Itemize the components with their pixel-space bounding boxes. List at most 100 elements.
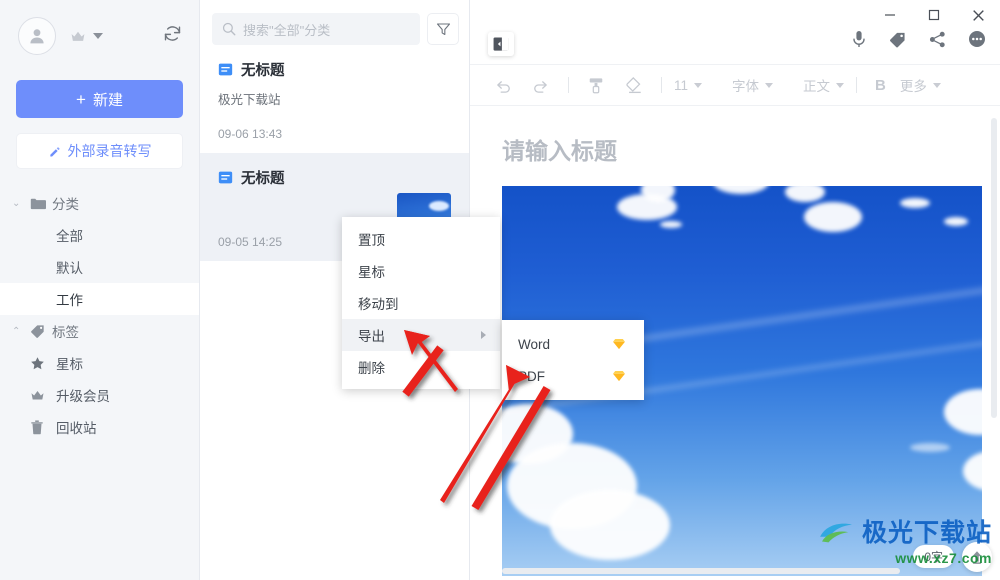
sync-refresh-icon[interactable] — [162, 23, 183, 49]
chevron-down-icon — [932, 82, 941, 88]
search-icon — [222, 22, 236, 36]
context-menu-item-label: 删除 — [358, 361, 385, 376]
folder-icon — [30, 197, 52, 210]
scroll-to-top-icon — [972, 551, 982, 564]
plus-icon: + — [76, 89, 86, 109]
note-title: 无标题 — [241, 63, 285, 79]
toolbar-divider — [568, 77, 569, 93]
redo-button[interactable] — [522, 70, 560, 100]
export-submenu: Word PDF — [502, 320, 644, 400]
editor-pane: 11 字体 正文 B 更多 请输入标题 0字 极光下载站 www.xz7.com — [470, 0, 1000, 580]
tag-icon[interactable] — [889, 31, 907, 48]
sidebar-item-trash[interactable]: 回收站 — [0, 411, 199, 443]
paragraph-style-selector[interactable]: 正文 — [799, 75, 848, 95]
trash-icon — [30, 419, 52, 435]
context-menu-item-pin[interactable]: 置顶 — [342, 223, 500, 255]
paragraph-style-label: 正文 — [803, 79, 831, 94]
sidebar-item-starred[interactable]: 星标 — [0, 347, 199, 379]
note-title-row: 无标题 — [218, 59, 451, 80]
note-date: 09-05 14:25 — [218, 235, 283, 249]
chevron-down-icon — [93, 33, 103, 39]
horizontal-scrollbar[interactable] — [502, 568, 900, 574]
undo-button[interactable] — [484, 70, 522, 100]
microphone-icon[interactable] — [851, 30, 867, 48]
sidebar-group-categories[interactable]: ⌄ 分类 — [0, 187, 199, 219]
toolbar-divider — [856, 77, 858, 93]
context-menu-item-move-to[interactable]: 移动到 — [342, 287, 500, 319]
export-submenu-item-word[interactable]: Word — [502, 328, 644, 360]
scroll-to-top-button[interactable] — [962, 542, 992, 572]
context-menu-item-label: 移动到 — [358, 297, 399, 312]
avatar[interactable] — [18, 17, 56, 55]
clear-format-button[interactable] — [615, 70, 653, 100]
word-count-badge: 0字 — [913, 545, 954, 568]
bold-label: B — [875, 76, 886, 94]
export-submenu-item-pdf[interactable]: PDF — [502, 360, 644, 392]
context-menu-item-label: 星标 — [358, 265, 385, 280]
format-painter-button[interactable] — [577, 70, 615, 100]
more-format-button[interactable]: 更多 — [896, 75, 945, 95]
sidebar-group-label: 标签 — [52, 325, 79, 340]
new-note-label: 新建 — [92, 91, 123, 109]
formatting-toolbar: 11 字体 正文 B 更多 — [470, 64, 1000, 106]
context-menu-item-label: 置顶 — [358, 233, 385, 248]
chevron-up-icon: ⌃ — [12, 325, 21, 337]
chevron-down-icon — [765, 82, 774, 88]
minimize-button[interactable] — [868, 0, 912, 30]
sidebar-item-all[interactable]: 全部 — [0, 219, 199, 251]
note-date: 09-06 13:43 — [218, 127, 283, 141]
document-title-placeholder[interactable]: 请输入标题 — [502, 132, 982, 166]
bold-button[interactable]: B — [865, 77, 896, 94]
export-format-label: Word — [518, 336, 551, 352]
sidebar-item-label: 全部 — [56, 229, 83, 244]
more-format-label: 更多 — [899, 79, 927, 94]
close-button[interactable] — [956, 0, 1000, 30]
more-options-icon[interactable] — [968, 30, 986, 48]
vertical-scrollbar[interactable] — [991, 118, 997, 418]
pencil-icon — [49, 147, 60, 157]
filter-funnel-icon — [436, 22, 450, 35]
search-input[interactable]: 搜索"全部"分类 — [212, 13, 420, 45]
search-placeholder: 搜索"全部"分类 — [243, 22, 331, 38]
maximize-icon — [928, 9, 940, 21]
tag-icon — [30, 324, 52, 338]
toolbar-divider — [661, 77, 662, 93]
star-icon — [30, 356, 52, 371]
font-family-selector[interactable]: 字体 — [728, 75, 777, 95]
list-item[interactable]: 无标题 极光下载站 09-06 13:43 — [200, 45, 469, 153]
maximize-button[interactable] — [912, 0, 956, 30]
sidebar-item-label: 工作 — [56, 293, 83, 308]
app-window: + 新建 外部录音转写 ⌄ 分类 全部 默认 工作 ⌃ 标签 星标 升级会员 回… — [0, 0, 1000, 580]
new-note-button[interactable]: + 新建 — [16, 80, 183, 118]
sidebar-item-label: 默认 — [56, 261, 83, 276]
sidebar-item-work[interactable]: 工作 — [0, 283, 199, 315]
sidebar-item-upgrade[interactable]: 升级会员 — [0, 379, 199, 411]
sidebar-group-tags[interactable]: ⌃ 标签 — [0, 315, 199, 347]
editor-actions — [851, 30, 986, 48]
panel-collapse-button[interactable] — [488, 32, 514, 56]
close-icon — [972, 9, 984, 21]
sidebar-item-default[interactable]: 默认 — [0, 251, 199, 283]
filter-button[interactable] — [428, 14, 458, 44]
chevron-down-icon: ⌄ — [12, 197, 21, 209]
chevron-down-icon — [836, 82, 845, 88]
crown-icon — [30, 389, 52, 402]
share-icon[interactable] — [929, 31, 946, 48]
chevron-right-icon — [481, 331, 486, 339]
crown-icon — [71, 31, 85, 41]
chevron-down-icon — [694, 82, 703, 88]
context-menu-item-export[interactable]: 导出 — [342, 319, 500, 351]
user-avatar-icon — [30, 29, 44, 44]
font-size-selector[interactable]: 11 — [670, 78, 706, 93]
note-title-row: 无标题 — [218, 167, 451, 188]
sidebar-item-label: 升级会员 — [56, 389, 110, 404]
vip-diamond-icon — [613, 370, 625, 382]
search-row: 搜索"全部"分类 — [200, 0, 469, 45]
note-title: 无标题 — [241, 171, 285, 187]
membership-dropdown[interactable] — [70, 30, 103, 43]
context-menu-item-star[interactable]: 星标 — [342, 255, 500, 287]
font-size-value: 11 — [674, 77, 689, 93]
external-recording-button[interactable]: 外部录音转写 — [16, 133, 183, 169]
context-menu-item-delete[interactable]: 删除 — [342, 351, 500, 383]
panel-collapse-icon — [493, 37, 509, 51]
